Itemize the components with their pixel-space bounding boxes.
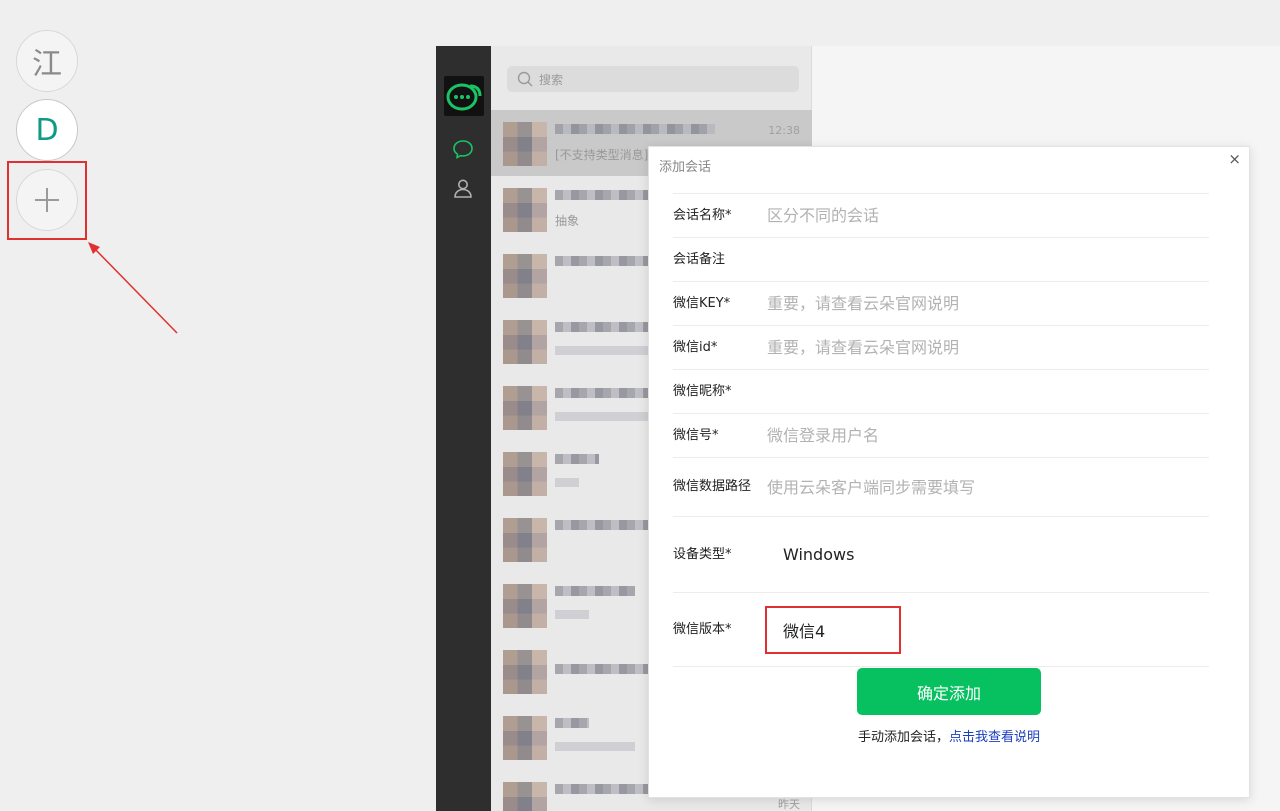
account-label: 江 <box>32 47 62 82</box>
close-icon[interactable]: × <box>1228 150 1241 168</box>
wechat-account-label: 微信号* <box>673 427 719 443</box>
chat-avatar <box>503 122 547 166</box>
wechat-data-path-input[interactable] <box>767 472 1209 502</box>
chat-avatar <box>503 518 547 562</box>
annotation-highlight-version <box>765 606 901 654</box>
chat-avatar <box>503 188 547 232</box>
session-note-input[interactable] <box>767 244 1209 275</box>
form-row-session-note: 会话备注 <box>673 237 1209 281</box>
chat-preview-blurred <box>555 412 655 421</box>
chat-time: 昨天 <box>778 798 800 811</box>
device-type-label: 设备类型* <box>673 546 732 562</box>
chat-avatar <box>503 782 547 811</box>
session-name-input[interactable] <box>767 200 1209 231</box>
dialog-title: 添加会话 <box>659 160 712 175</box>
help-line: 手动添加会话，点击我查看说明 <box>649 726 1249 745</box>
add-session-dialog: 添加会话 × 会话名称* 会话备注 微信KEY* 微信id* 微信昵称* 微信号… <box>648 146 1250 798</box>
form-row-wechat-id: 微信id* <box>673 325 1209 369</box>
form-row-wechat-version: 微信版本* 微信4 <box>673 592 1209 667</box>
annotation-highlight-add <box>7 161 87 240</box>
account-avatar-d[interactable]: D <box>16 99 78 161</box>
form-row-wechat-data-path: 微信数据路径 <box>673 457 1209 516</box>
chat-preview: 抽象 <box>555 214 580 228</box>
chat-avatar <box>503 716 547 760</box>
wechat-data-path-label: 微信数据路径 <box>673 479 752 494</box>
wechat-logo <box>444 76 484 116</box>
chat-time: 12:38 <box>768 124 800 137</box>
help-link[interactable]: 点击我查看说明 <box>949 730 1040 745</box>
search-box[interactable]: 搜索 <box>507 66 799 92</box>
chat-name-blurred <box>555 454 599 464</box>
chat-name-blurred <box>555 586 635 596</box>
session-note-label: 会话备注 <box>673 251 726 267</box>
wechat-id-label: 微信id* <box>673 339 718 355</box>
chat-preview: [不支持类型消息] <box>555 148 649 162</box>
chat-preview-blurred <box>555 610 589 619</box>
wechat-nickname-input[interactable] <box>767 376 1209 407</box>
chat-avatar <box>503 254 547 298</box>
annotation-arrow <box>88 242 178 334</box>
chat-preview-blurred <box>555 346 655 355</box>
session-name-label: 会话名称* <box>673 207 732 223</box>
confirm-add-button[interactable]: 确定添加 <box>857 668 1041 715</box>
wechat-logo-icon <box>446 83 482 111</box>
chat-avatar <box>503 386 547 430</box>
account-label: D <box>35 112 59 148</box>
account-avatar-jiang[interactable]: 江 <box>16 30 78 92</box>
chat-avatar <box>503 452 547 496</box>
form-row-session-name: 会话名称* <box>673 193 1209 237</box>
device-type-select[interactable]: Windows <box>767 545 854 564</box>
form-row-wechat-key: 微信KEY* <box>673 281 1209 325</box>
chat-preview-blurred <box>555 478 579 487</box>
chat-avatar <box>503 650 547 694</box>
chat-name-blurred <box>555 124 715 134</box>
form-row-wechat-account: 微信号* <box>673 413 1209 457</box>
chat-avatar <box>503 584 547 628</box>
wechat-version-label: 微信版本* <box>673 621 732 637</box>
add-session-form: 会话名称* 会话备注 微信KEY* 微信id* 微信昵称* 微信号* 微信数据路… <box>673 193 1209 667</box>
wechat-id-input[interactable] <box>767 332 1209 363</box>
wechat-nickname-label: 微信昵称* <box>673 383 732 399</box>
wechat-nav-rail <box>436 46 491 811</box>
help-text: 手动添加会话， <box>857 730 949 745</box>
wechat-key-label: 微信KEY* <box>673 295 731 311</box>
search-icon <box>517 71 533 87</box>
wechat-key-input[interactable] <box>767 288 1209 319</box>
form-row-device-type: 设备类型* Windows <box>673 516 1209 592</box>
search-placeholder: 搜索 <box>539 72 564 87</box>
wechat-account-input[interactable] <box>767 420 1209 451</box>
chat-preview-blurred <box>555 742 635 751</box>
chat-bubble-icon[interactable] <box>452 138 474 160</box>
chat-name-blurred <box>555 718 589 728</box>
contacts-person-icon[interactable] <box>452 177 474 199</box>
chat-avatar <box>503 320 547 364</box>
form-row-wechat-nickname: 微信昵称* <box>673 369 1209 413</box>
